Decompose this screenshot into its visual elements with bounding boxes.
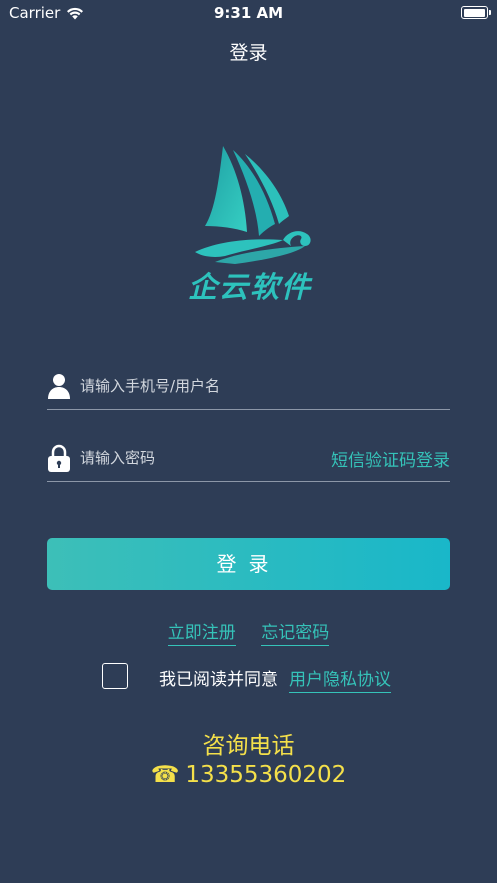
password-input[interactable] (80, 438, 340, 478)
page-title: 登录 (229, 42, 268, 64)
status-bar: Carrier 9:31 AM (0, 0, 497, 26)
battery-level (463, 8, 485, 17)
contact-phone-number: 13355360202 (185, 762, 347, 788)
lock-icon (48, 444, 70, 472)
account-links: 立即注册 忘记密码 (0, 618, 497, 646)
register-link[interactable]: 立即注册 (167, 618, 236, 646)
contact-phone-row[interactable]: ☎ 13355360202 (0, 762, 497, 788)
password-field: 短信验证码登录 (47, 438, 450, 482)
agreement-checkbox[interactable] (102, 663, 128, 689)
status-time: 9:31 AM (213, 4, 284, 22)
agreement-row: 我已阅读并同意 用户隐私协议 (102, 662, 402, 693)
login-button[interactable]: 登录 (47, 538, 450, 590)
phone-icon: ☎ (150, 762, 180, 788)
agreement-text: 我已阅读并同意 (159, 670, 278, 690)
sms-login-link[interactable]: 短信验证码登录 (331, 446, 450, 471)
username-input[interactable] (80, 366, 340, 406)
battery-icon (461, 6, 491, 19)
forgot-password-link[interactable]: 忘记密码 (261, 618, 330, 646)
username-field (47, 366, 450, 410)
consult-title: 咨询电话 (202, 733, 295, 759)
user-icon (48, 374, 70, 399)
privacy-policy-link[interactable]: 用户隐私协议 (289, 665, 391, 693)
logo-text: 企云软件 (187, 270, 312, 304)
